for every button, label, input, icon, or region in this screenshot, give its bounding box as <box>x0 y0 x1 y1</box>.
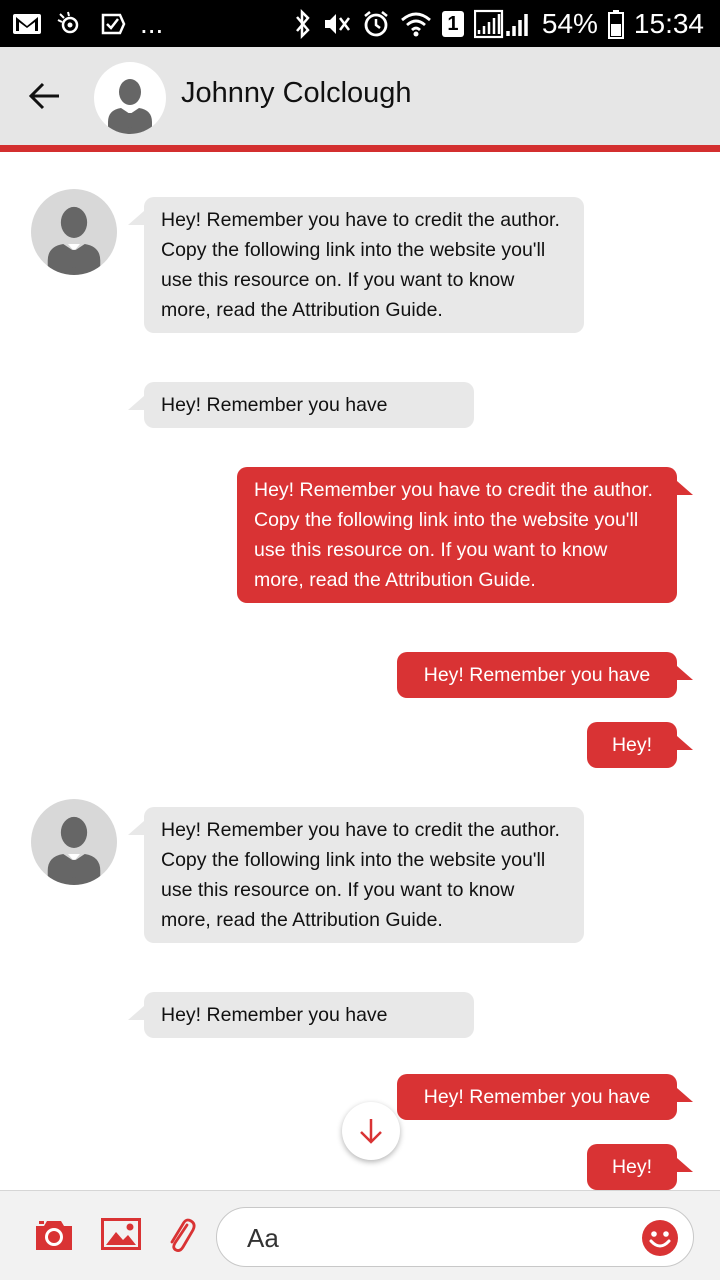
message-text: Hey! Remember you have to credit the aut… <box>161 819 560 931</box>
message-bubble-outgoing[interactable]: Hey! <box>587 1144 693 1190</box>
wifi-icon <box>400 10 432 38</box>
alarm-icon <box>362 10 390 38</box>
person-icon <box>47 206 101 275</box>
status-bar: ... 1 54% 15:34 <box>0 0 720 47</box>
message-text: Hey! <box>611 1156 653 1178</box>
message-text: Hey! <box>611 734 653 756</box>
back-button[interactable] <box>22 73 68 119</box>
message-input[interactable] <box>247 1218 627 1258</box>
sim-badge: 1 <box>441 11 464 37</box>
mute-icon <box>322 10 352 38</box>
signal-icon <box>473 9 532 39</box>
composer-bar <box>0 1190 720 1280</box>
message-bubble-outgoing[interactable]: Hey! Remember you have <box>397 652 693 698</box>
camera-icon <box>36 1221 72 1250</box>
message-bubble-incoming[interactable]: Hey! Remember you have to credit the aut… <box>128 807 584 943</box>
image-icon <box>101 1218 141 1250</box>
battery-icon <box>607 9 624 39</box>
status-notifications: ... <box>12 8 163 40</box>
message-bubble-incoming[interactable]: Hey! Remember you have <box>128 992 474 1038</box>
arrow-down-icon <box>360 1119 382 1144</box>
eye-comfort-icon <box>56 11 86 37</box>
message-text: Hey! Remember you have to credit the aut… <box>161 209 560 321</box>
message-bubble-outgoing[interactable]: Hey! <box>587 722 693 768</box>
gmail-icon <box>12 12 42 36</box>
message-bubble-outgoing[interactable]: Hey! Remember you have <box>397 1074 693 1120</box>
paperclip-icon <box>170 1218 196 1252</box>
person-icon <box>108 79 152 134</box>
attach-button[interactable] <box>164 1215 198 1255</box>
smiley-icon <box>642 1220 678 1256</box>
avatar[interactable] <box>94 62 166 134</box>
arrow-left-icon <box>28 82 59 110</box>
avatar[interactable] <box>31 189 117 275</box>
gallery-button[interactable] <box>100 1217 142 1251</box>
message-text: Hey! Remember you have <box>423 1086 651 1108</box>
message-text: Hey! Remember you have to credit the aut… <box>254 479 653 591</box>
status-system: 1 54% 15:34 <box>294 4 704 44</box>
message-text: Hey! Remember you have <box>423 664 651 686</box>
more-notifications: ... <box>140 8 164 39</box>
avatar[interactable] <box>31 799 117 885</box>
person-icon <box>47 816 101 885</box>
scroll-down-button[interactable] <box>342 1102 400 1160</box>
emoji-button[interactable] <box>641 1219 679 1257</box>
message-text: Hey! Remember you have <box>161 394 388 416</box>
contact-name: Johnny Colclough <box>181 77 412 109</box>
message-text: Hey! Remember you have <box>161 1004 388 1026</box>
message-bubble-outgoing[interactable]: Hey! Remember you have to credit the aut… <box>237 467 693 603</box>
battery-percent: 54% <box>541 8 598 39</box>
chat-header: Johnny Colclough <box>0 47 720 145</box>
header-accent-line <box>0 145 720 152</box>
bluetooth-icon <box>294 9 312 39</box>
message-bubble-incoming[interactable]: Hey! Remember you have to credit the aut… <box>128 197 584 333</box>
message-list[interactable]: Hey! Remember you have to credit the aut… <box>0 152 720 1190</box>
camera-button[interactable] <box>34 1217 74 1253</box>
check-tag-icon <box>100 11 126 37</box>
clock: 15:34 <box>633 8 704 39</box>
message-input-container <box>216 1207 694 1267</box>
message-bubble-incoming[interactable]: Hey! Remember you have <box>128 382 474 428</box>
